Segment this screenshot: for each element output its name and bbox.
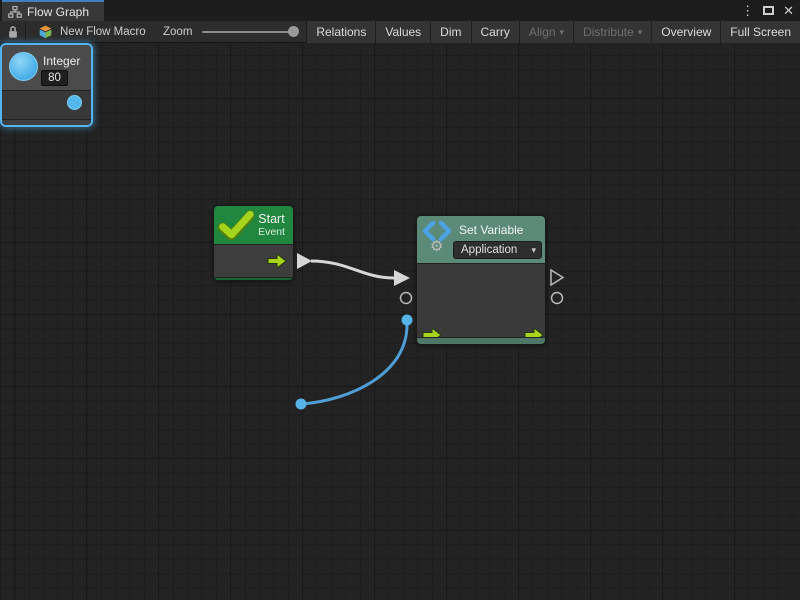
flow-wire-start-cap <box>297 253 312 269</box>
maximize-icon[interactable] <box>763 6 774 15</box>
variable-scope-dropdown[interactable]: Application ▾ <box>453 241 542 259</box>
unconnected-output-indicator <box>552 293 563 304</box>
unconnected-input-indicator <box>401 293 412 304</box>
tab-flow-graph[interactable]: Flow Graph <box>2 0 104 21</box>
node-subtitle: Event <box>258 226 285 238</box>
value-wire-end-dot <box>402 315 413 326</box>
integer-output-port[interactable] <box>67 95 82 110</box>
toolbar-buttons: Relations Values Dim Carry Align▾ Distri… <box>306 21 800 43</box>
window-controls: ⋮ ✕ <box>739 0 796 21</box>
menu-kebab-icon[interactable]: ⋮ <box>739 4 756 17</box>
tab-title: Flow Graph <box>27 5 89 19</box>
flow-continuation-indicator <box>551 270 563 285</box>
close-icon[interactable]: ✕ <box>781 4 796 17</box>
full-screen-button[interactable]: Full Screen <box>720 21 800 43</box>
graph-canvas[interactable]: Start Event ⚙ Set Variable <box>0 43 800 600</box>
values-button[interactable]: Values <box>375 21 430 43</box>
zoom-slider[interactable] <box>202 31 297 33</box>
chevron-down-icon: ▾ <box>638 27 643 38</box>
overview-button[interactable]: Overview <box>651 21 720 43</box>
lock-icon <box>7 25 19 39</box>
node-integer[interactable]: Integer 80 <box>0 43 93 127</box>
align-button: Align▾ <box>519 21 573 43</box>
setvar-node-header[interactable]: ⚙ Set Variable Application ▾ <box>417 216 545 263</box>
relations-button[interactable]: Relations <box>306 21 375 43</box>
flow-graph-icon <box>8 6 22 18</box>
integer-value-field[interactable]: 80 <box>41 70 68 86</box>
start-node-body <box>214 244 293 277</box>
start-node-header[interactable]: Start Event <box>214 206 293 244</box>
integer-type-icon <box>9 52 38 81</box>
setvar-node-footer <box>417 337 545 344</box>
tab-bar: Flow Graph ⋮ ✕ <box>0 0 800 21</box>
chevron-down-icon: ▾ <box>560 27 565 38</box>
flow-macro-icon <box>37 25 54 39</box>
node-title: Start <box>258 212 284 226</box>
graph-toolbar: New Flow Macro Zoom 1x Relations Values … <box>0 21 800 43</box>
setvar-node-body <box>417 263 545 337</box>
dim-button[interactable]: Dim <box>430 21 470 43</box>
flow-output-port[interactable] <box>267 253 287 269</box>
macro-button[interactable]: New Flow Macro <box>33 21 150 42</box>
integer-node-footer <box>2 119 91 125</box>
integer-node-header[interactable]: Integer 80 <box>2 45 91 90</box>
flow-wire[interactable] <box>311 261 394 278</box>
checkmark-icon <box>218 210 254 240</box>
node-start-event[interactable]: Start Event <box>213 205 294 281</box>
start-node-footer <box>214 277 293 281</box>
zoom-label: Zoom <box>163 26 192 38</box>
value-wire-start-dot <box>296 399 307 410</box>
chevron-down-icon: ▾ <box>526 245 541 256</box>
carry-button[interactable]: Carry <box>471 21 519 43</box>
flow-graph-window: Flow Graph ⋮ ✕ New Flow Macro Zoom <box>0 0 800 600</box>
flow-wire-arrowhead <box>394 270 410 286</box>
node-set-variable[interactable]: ⚙ Set Variable Application ▾ score ▾ <box>416 215 546 345</box>
wires-overlay <box>0 43 800 600</box>
node-title: Integer <box>43 54 80 68</box>
node-title: Set Variable <box>459 223 523 237</box>
macro-name-label: New Flow Macro <box>60 26 146 38</box>
lock-button[interactable] <box>0 21 26 42</box>
scope-value: Application <box>454 244 526 256</box>
zoom-control: Zoom 1x <box>163 21 319 42</box>
distribute-button: Distribute▾ <box>573 21 651 43</box>
zoom-slider-handle[interactable] <box>288 26 299 37</box>
value-wire[interactable] <box>302 325 407 404</box>
gear-icon: ⚙ <box>430 237 443 255</box>
